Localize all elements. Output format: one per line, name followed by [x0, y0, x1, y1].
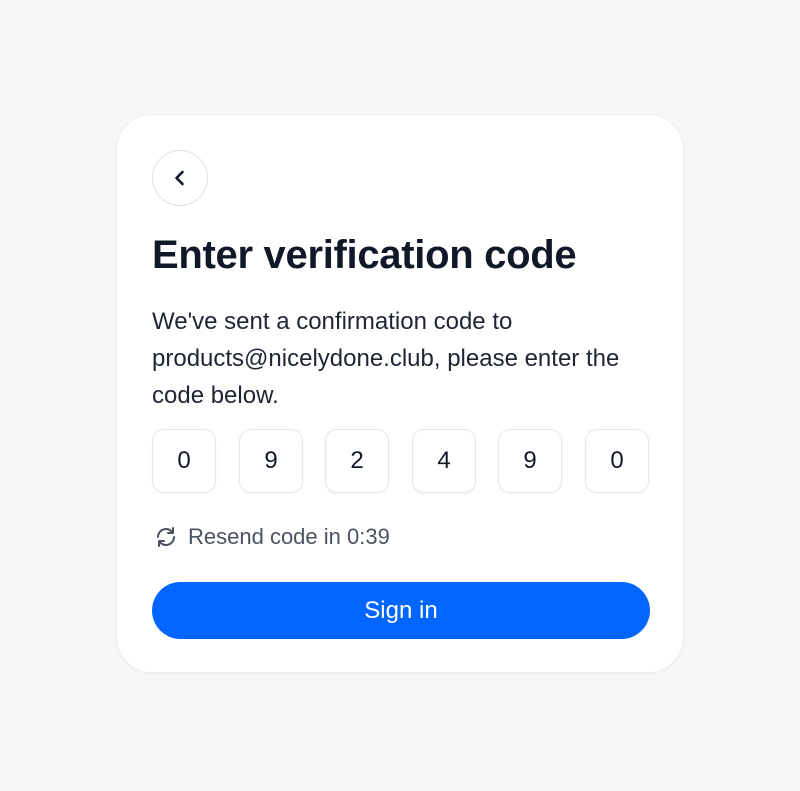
- code-digit-2[interactable]: [239, 429, 303, 493]
- verification-card: Enter verification code We've sent a con…: [116, 114, 684, 673]
- sign-in-button[interactable]: Sign in: [152, 582, 650, 639]
- back-button[interactable]: [152, 150, 208, 206]
- resend-timer-text: Resend code in 0:39: [188, 524, 390, 549]
- code-input-group: [152, 429, 650, 493]
- code-digit-3[interactable]: [325, 429, 389, 493]
- code-digit-5[interactable]: [498, 429, 562, 493]
- code-digit-4[interactable]: [412, 429, 476, 493]
- instruction-text: We've sent a confirmation code to produc…: [152, 308, 620, 409]
- code-digit-6[interactable]: [585, 429, 649, 493]
- resend-code-timer[interactable]: Resend code in 0:39: [154, 523, 390, 551]
- chevron-left-icon: [175, 170, 184, 186]
- code-digit-1[interactable]: [152, 429, 216, 493]
- page-title: Enter verification code: [152, 233, 577, 277]
- refresh-icon: [157, 527, 175, 547]
